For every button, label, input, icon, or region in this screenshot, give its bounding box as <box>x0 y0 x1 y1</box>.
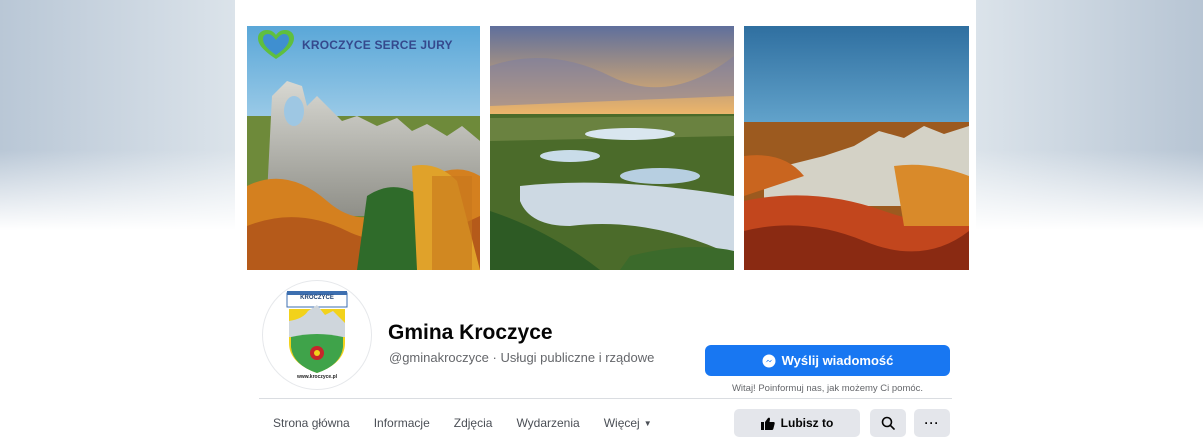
tab-events[interactable]: Wydarzenia <box>504 408 591 438</box>
cover-photo-autumn[interactable] <box>744 26 969 270</box>
cover-photo-autumn-image <box>744 26 969 270</box>
profile-avatar[interactable]: KROCZYCE www.kroczyce.pl <box>262 280 372 390</box>
crest-url: www.kroczyce.pl <box>296 374 338 380</box>
message-hint: Witaj! Poinformuj nas, jak możemy Ci pom… <box>731 383 924 394</box>
messenger-icon <box>762 354 776 367</box>
heart-logo-icon <box>258 30 294 59</box>
search-icon <box>881 416 895 430</box>
tab-photos[interactable]: Zdjęcia <box>442 408 505 438</box>
tab-more-label: Więcej <box>603 416 640 430</box>
header-divider <box>259 398 952 399</box>
like-label: Lubisz to <box>780 416 834 430</box>
thumbs-up-icon <box>760 417 775 430</box>
cover-photo-rocks-image <box>247 26 480 270</box>
page-subtitle: @gminakroczyce · Usługi publiczne i rząd… <box>389 350 655 365</box>
send-message-label: Wyślij wiadomość <box>781 353 894 368</box>
page-tabs: Strona główna Informacje Zdjęcia Wydarze… <box>259 407 664 439</box>
cover-photo-lakes[interactable] <box>490 26 734 270</box>
tab-home[interactable]: Strona główna <box>259 408 362 438</box>
page-title: Gmina Kroczyce <box>388 321 553 344</box>
cover-photo-rocks[interactable]: KROCZYCE SERCE JURY <box>247 26 480 270</box>
page-header-card: KROCZYCE SERCE JURY KROCZYCE www.kroczyc… <box>235 8 976 437</box>
crest-title: KROCZYCE <box>300 295 334 301</box>
caret-down-icon: ▼ <box>643 419 652 429</box>
cover-photo-lakes-image <box>490 26 734 270</box>
more-options-button[interactable]: ··· <box>914 409 950 437</box>
tab-more[interactable]: Więcej ▼ <box>592 408 664 438</box>
search-button[interactable] <box>870 409 906 437</box>
like-button[interactable]: Lubisz to <box>734 409 860 437</box>
more-options-icon: ··· <box>924 416 940 430</box>
tab-about[interactable]: Informacje <box>362 408 442 438</box>
send-message-button[interactable]: Wyślij wiadomość <box>705 345 950 376</box>
cover-banner-text: KROCZYCE SERCE JURY <box>302 38 453 52</box>
